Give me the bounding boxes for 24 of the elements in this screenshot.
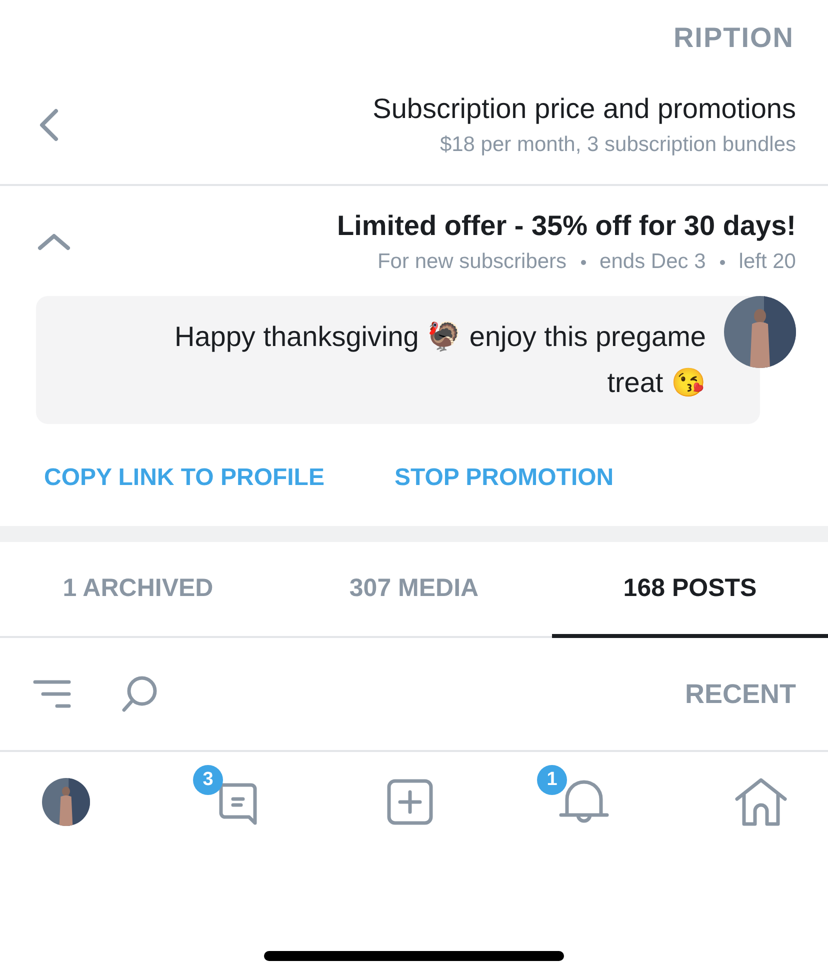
offer-detail: ends Dec 3 — [600, 250, 706, 274]
sort-icon[interactable] — [32, 678, 72, 710]
count-badge: 3 — [193, 765, 223, 795]
tab[interactable]: 307 MEDIA — [276, 542, 552, 638]
count-badge: 1 — [537, 765, 567, 795]
home-icon — [734, 777, 788, 827]
nav-item[interactable]: 1 — [537, 765, 611, 827]
offer-title: Limited offer - 35% off for 30 days! — [337, 210, 796, 242]
tab[interactable]: 1 ARCHIVED — [0, 542, 276, 638]
action-link[interactable]: COPY LINK TO PROFILE — [44, 464, 324, 492]
offer-detail: For new subscribers — [377, 250, 567, 274]
add-icon — [386, 778, 434, 826]
nav-item[interactable] — [42, 778, 90, 826]
offer-detail: left 20 — [738, 250, 796, 274]
sort-label[interactable]: RECENT — [684, 678, 796, 710]
action-link[interactable]: STOP PROMOTION — [394, 464, 614, 492]
subscription-subtitle: $18 per month, 3 subscription bundles — [440, 133, 796, 157]
promo-message: Happy thanksgiving 🦃 enjoy this pregame treat 😘 — [36, 296, 760, 424]
separator-dot — [720, 260, 725, 264]
nav-item[interactable]: 3 — [193, 765, 263, 827]
subscription-title: Subscription price and promotions — [372, 93, 796, 125]
section-title: RIPTION — [673, 22, 794, 54]
tab[interactable]: 168 POSTS — [552, 542, 828, 638]
separator-dot — [580, 260, 586, 264]
